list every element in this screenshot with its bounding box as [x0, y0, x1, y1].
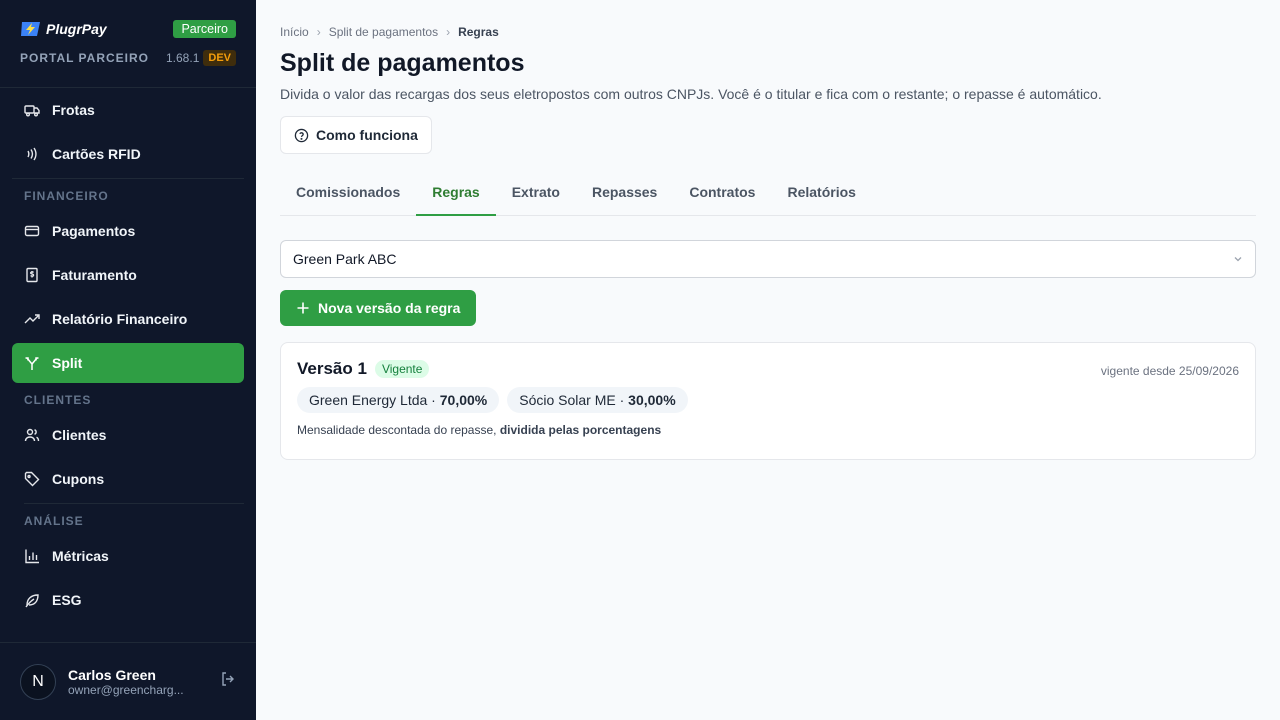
- split-chip-percent: 30,00%: [628, 392, 676, 408]
- main-content: Início › Split de pagamentos › Regras Sp…: [280, 0, 1256, 460]
- breadcrumb-home-link[interactable]: Início: [280, 25, 309, 39]
- sidebar-item-label: Relatório Financeiro: [52, 311, 188, 327]
- sidebar-nav: Frotas Cartões RFID FINANCEIRO Pagamento…: [12, 90, 244, 624]
- tab-bar: Comissionados Regras Extrato Repasses Co…: [280, 178, 1256, 216]
- chevron-down-icon: [1234, 257, 1242, 262]
- sidebar-item-split[interactable]: Split: [12, 343, 244, 383]
- sidebar-item-label: Faturamento: [52, 267, 137, 283]
- sidebar-item-label: Cartões RFID: [52, 146, 141, 162]
- help-button-label: Como funciona: [316, 127, 418, 143]
- tab-regras[interactable]: Regras: [416, 178, 496, 216]
- version-info: 1.68.1 DEV: [166, 50, 236, 66]
- new-rule-version-button[interactable]: Nova versão da regra: [280, 290, 477, 326]
- tab-relatorios[interactable]: Relatórios: [771, 178, 871, 216]
- sidebar: PlugrPay Parceiro PORTAL PARCEIRO 1.68.1…: [0, 0, 256, 720]
- section-label-analise: ANÁLISE: [24, 514, 84, 528]
- tab-comissionados[interactable]: Comissionados: [280, 178, 416, 216]
- station-select[interactable]: Green Park ABC: [280, 240, 1256, 278]
- sidebar-item-relatorio-financeiro[interactable]: Relatório Financeiro: [12, 299, 244, 339]
- trend-up-icon: [24, 314, 40, 324]
- status-badge: Vigente: [374, 360, 430, 378]
- truck-icon: [24, 105, 40, 117]
- split-chip-name: Green Energy Ltda ·: [309, 392, 440, 408]
- sidebar-item-label: Frotas: [52, 102, 95, 118]
- sidebar-item-faturamento[interactable]: Faturamento: [12, 255, 244, 295]
- page-title: Split de pagamentos: [280, 49, 525, 77]
- split-chip-green-energy: Green Energy Ltda · 70,00%: [297, 387, 500, 413]
- nav-divider: [24, 503, 244, 504]
- bolt-logo-icon: [21, 22, 40, 36]
- plus-icon: [297, 302, 309, 314]
- chevron-right-icon: ›: [446, 25, 451, 39]
- user-email: owner@greencharg...: [68, 682, 184, 697]
- split-chip-percent: 70,00%: [439, 392, 488, 408]
- tab-extrato[interactable]: Extrato: [496, 178, 576, 216]
- user-profile: N Carlos Green owner@greencharg...: [0, 642, 256, 720]
- portal-label: PORTAL PARCEIRO: [20, 51, 150, 65]
- split-icon: [25, 357, 39, 370]
- split-chip-name: Sócio Solar ME ·: [519, 392, 629, 408]
- tab-repasses[interactable]: Repasses: [576, 178, 673, 216]
- breadcrumb-current: Regras: [458, 25, 499, 39]
- rule-version-title: Versão 1: [297, 359, 367, 378]
- sidebar-item-frotas[interactable]: Frotas: [12, 90, 244, 130]
- brand-name: PlugrPay: [46, 21, 107, 37]
- brand-logo[interactable]: PlugrPay: [20, 21, 107, 37]
- chevron-right-icon: ›: [316, 25, 321, 39]
- split-chip-socio-solar: Sócio Solar ME · 30,00%: [507, 387, 688, 413]
- sidebar-item-label: Clientes: [52, 427, 107, 443]
- new-rule-button-label: Nova versão da regra: [318, 300, 461, 316]
- partner-badge: Parceiro: [173, 20, 236, 38]
- sidebar-item-label: Pagamentos: [52, 223, 136, 239]
- sidebar-item-label: ESG: [52, 592, 82, 608]
- sidebar-item-clientes[interactable]: Clientes: [12, 415, 244, 455]
- breadcrumb: Início › Split de pagamentos › Regras: [280, 25, 1256, 39]
- invoice-icon: [26, 267, 38, 283]
- tab-contratos[interactable]: Contratos: [673, 178, 771, 216]
- avatar[interactable]: N: [20, 663, 56, 700]
- sidebar-item-cupons[interactable]: Cupons: [12, 459, 244, 499]
- brand-header: PlugrPay Parceiro PORTAL PARCEIRO 1.68.1…: [0, 0, 256, 88]
- credit-card-icon: [24, 225, 40, 237]
- sidebar-item-label: Métricas: [52, 548, 109, 564]
- page-subtitle: Divida o valor das recargas dos seus ele…: [280, 86, 1102, 102]
- how-it-works-button[interactable]: Como funciona: [280, 116, 432, 154]
- help-circle-icon: [294, 128, 309, 142]
- sidebar-item-label: Cupons: [52, 471, 105, 487]
- sidebar-item-pagamentos[interactable]: Pagamentos: [12, 211, 244, 251]
- tag-icon: [24, 471, 40, 487]
- nav-divider: [12, 178, 244, 179]
- bar-chart-icon: [25, 549, 39, 564]
- station-select-value: Green Park ABC: [293, 251, 397, 267]
- rule-valid-since: vigente desde 25/09/2026: [1100, 364, 1239, 378]
- env-badge: DEV: [203, 50, 236, 66]
- leaf-icon: [25, 594, 39, 608]
- rule-note-text: Mensalidade descontada do repasse,: [297, 423, 500, 437]
- user-name: Carlos Green: [68, 666, 156, 683]
- section-label-clientes: CLIENTES: [24, 393, 92, 407]
- sidebar-item-esg[interactable]: ESG: [12, 580, 244, 620]
- rule-note: Mensalidade descontada do repasse, divid…: [297, 423, 1239, 437]
- version-number: 1.68.1: [166, 51, 200, 65]
- rule-note-bold: dividida pelas porcentagens: [499, 423, 662, 437]
- sidebar-item-label: Split: [52, 355, 83, 371]
- section-label-financeiro: FINANCEIRO: [24, 189, 109, 203]
- users-icon: [24, 428, 40, 442]
- rule-version-card: Versão 1 Vigente vigente desde 25/09/202…: [280, 342, 1256, 460]
- logout-button[interactable]: [220, 671, 236, 692]
- split-chips: Green Energy Ltda · 70,00% Sócio Solar M…: [297, 387, 1239, 413]
- nfc-icon: [27, 147, 37, 161]
- sidebar-item-metricas[interactable]: Métricas: [12, 536, 244, 576]
- breadcrumb-split-link[interactable]: Split de pagamentos: [329, 25, 438, 39]
- logout-icon: [222, 672, 234, 686]
- sidebar-item-cartoes-rfid[interactable]: Cartões RFID: [12, 134, 244, 174]
